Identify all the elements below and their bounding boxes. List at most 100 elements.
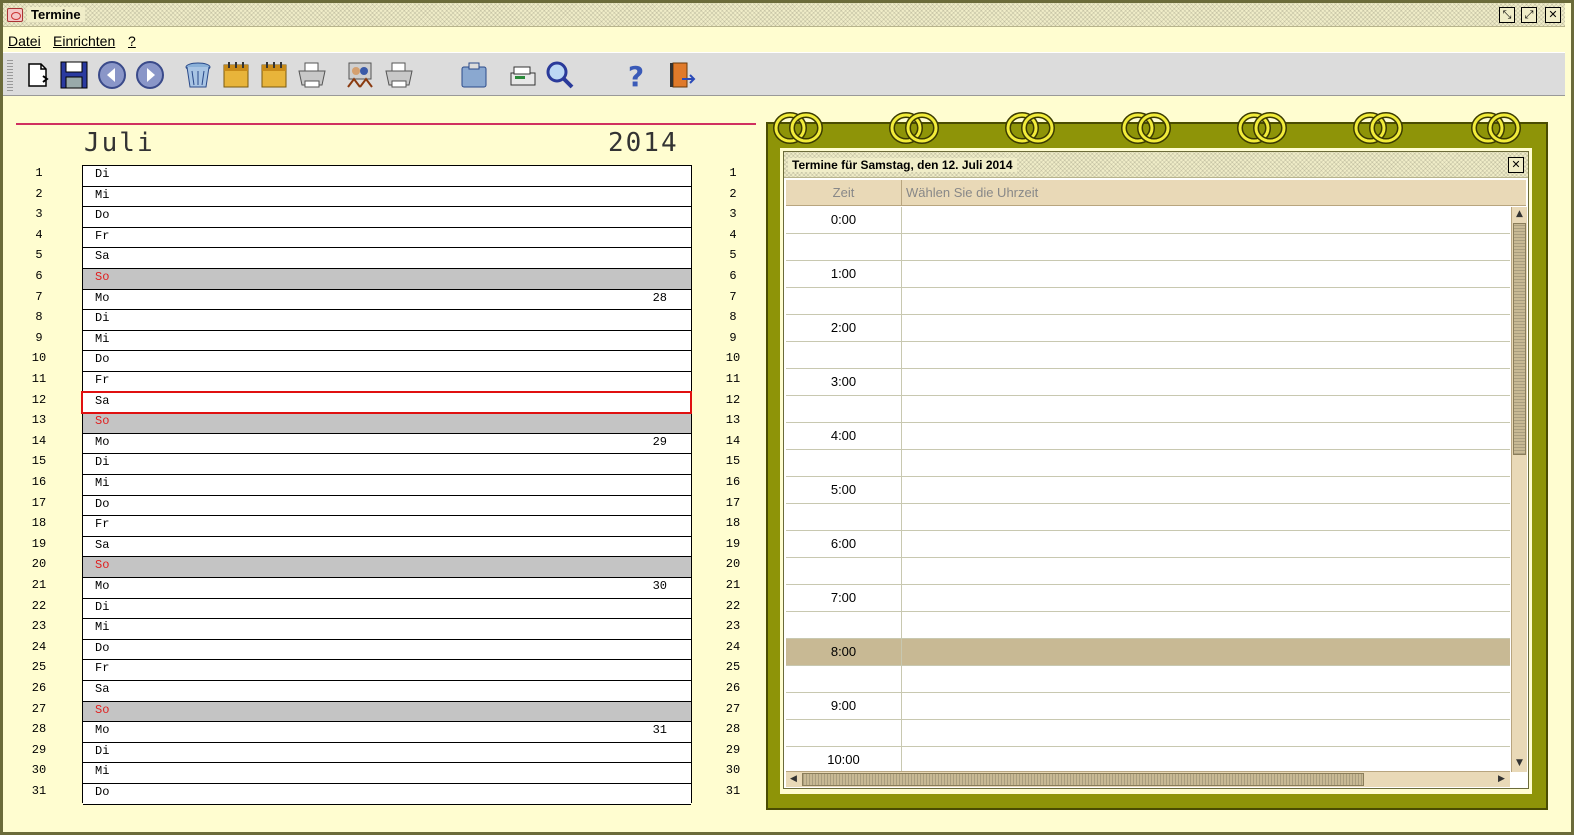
day-row[interactable]: Do (83, 495, 691, 517)
day-row[interactable]: Sa (83, 536, 691, 558)
day-name: Mi (95, 331, 110, 346)
time-slot-row[interactable]: 7:00 (786, 585, 1510, 612)
day-name: Do (95, 352, 110, 367)
day-row[interactable]: Di (83, 310, 691, 331)
time-slot-row[interactable] (786, 234, 1510, 261)
day-row[interactable]: Do (83, 207, 691, 228)
day-number-left: 9 (35, 330, 43, 345)
fax-icon[interactable] (506, 59, 538, 91)
time-slot-row[interactable] (786, 666, 1510, 693)
day-row[interactable]: Do (83, 639, 691, 661)
time-slot-row[interactable]: 8:00 (786, 639, 1510, 666)
day-row[interactable]: Di (83, 598, 691, 620)
vertical-scroll-thumb[interactable] (1513, 223, 1526, 455)
day-row[interactable]: Mi (83, 619, 691, 640)
window-titlebar[interactable]: Termine ⤡ ⤢ ✕ (3, 3, 1565, 27)
scroll-right-icon[interactable]: ▶ (1494, 772, 1509, 787)
scroll-left-icon[interactable]: ◀ (786, 772, 801, 787)
day-row[interactable]: Sa (83, 248, 691, 269)
menu-datei[interactable]: Datei (8, 33, 41, 49)
day-row[interactable]: Mi (83, 763, 691, 784)
day-row[interactable]: Do (83, 351, 691, 372)
day-number-left: 31 (31, 784, 47, 798)
time-slot-row[interactable]: 0:00 (786, 207, 1510, 234)
day-row[interactable]: So (83, 701, 691, 723)
time-slot-row[interactable]: 3:00 (786, 369, 1510, 396)
exit-icon[interactable] (666, 59, 698, 91)
day-row[interactable]: Di (83, 742, 691, 764)
close-icon[interactable]: ✕ (1508, 157, 1524, 173)
scroll-up-icon[interactable]: ▲ (1512, 207, 1527, 222)
save-icon[interactable] (58, 59, 90, 91)
day-row[interactable]: So (83, 557, 691, 578)
toolbar-grip[interactable] (7, 59, 13, 91)
day-row[interactable]: Fr (83, 372, 691, 393)
day-row[interactable]: Di (83, 166, 691, 187)
maximize-icon[interactable]: ⤢ (1521, 7, 1537, 23)
week-number: 28 (652, 290, 667, 305)
clipboard-icon[interactable] (458, 59, 490, 91)
day-row[interactable]: Mo 31 (83, 722, 691, 743)
day-number-left: 12 (31, 392, 47, 407)
day-row[interactable]: Mo 28 (83, 289, 691, 311)
horizontal-scroll-thumb[interactable] (802, 773, 1364, 786)
help-icon[interactable]: ? (620, 59, 652, 93)
day-name: Di (95, 599, 110, 614)
day-row[interactable]: Do (83, 784, 691, 805)
new-document-icon[interactable] (21, 59, 53, 91)
scroll-down-icon[interactable]: ▼ (1512, 756, 1527, 771)
day-row[interactable]: Fr (83, 227, 691, 249)
time-slot-row[interactable] (786, 288, 1510, 315)
time-slot-row[interactable] (786, 450, 1510, 477)
day-name: Di (95, 455, 110, 470)
time-slot-row[interactable]: 4:00 (786, 423, 1510, 450)
forward-icon[interactable] (134, 59, 166, 91)
day-row[interactable]: So (83, 413, 691, 434)
day-row[interactable]: Fr (83, 516, 691, 537)
time-slot-row[interactable] (786, 342, 1510, 369)
day-row[interactable]: Mi (83, 186, 691, 208)
vertical-scrollbar[interactable]: ▲ ▼ (1511, 207, 1527, 772)
time-slot-row[interactable]: 1:00 (786, 261, 1510, 288)
horizontal-scrollbar[interactable]: ◀ ▶ (786, 771, 1510, 787)
time-slot-label: 8:00 (786, 639, 902, 665)
day-name: Mo (95, 434, 110, 449)
day-row[interactable]: Mi (83, 330, 691, 352)
menu-help[interactable]: ? (128, 33, 136, 49)
day-name: So (95, 414, 110, 429)
time-slot-row[interactable]: 2:00 (786, 315, 1510, 342)
minimize-icon[interactable]: ⤡ (1499, 7, 1515, 23)
day-row[interactable]: Di (83, 454, 691, 475)
day-row[interactable]: Fr (83, 660, 691, 681)
close-icon[interactable]: ✕ (1545, 7, 1561, 23)
day-number-right: 5 (729, 248, 737, 263)
users-icon[interactable] (344, 59, 376, 91)
time-slot-row[interactable] (786, 558, 1510, 585)
time-slot-row[interactable] (786, 720, 1510, 747)
day-number-right: 31 (725, 784, 741, 798)
time-slot-row[interactable]: 5:00 (786, 477, 1510, 504)
time-slot-row[interactable]: 10:00 (786, 747, 1510, 772)
day-number-right: 28 (725, 722, 741, 737)
day-row[interactable]: Mo 29 (83, 433, 691, 455)
calendar-copy-icon[interactable] (258, 59, 290, 91)
search-icon[interactable] (544, 59, 576, 91)
back-icon[interactable] (96, 59, 128, 91)
day-row[interactable]: So (83, 269, 691, 290)
menu-einrichten[interactable]: Einrichten (53, 33, 115, 49)
print-icon[interactable] (296, 59, 328, 91)
calendar-icon[interactable] (220, 59, 252, 91)
day-row[interactable]: Sa (83, 681, 691, 702)
trash-icon[interactable] (182, 59, 214, 91)
day-row[interactable]: Mo 30 (83, 578, 691, 599)
appointments-titlebar[interactable]: Termine für Samstag, den 12. Juli 2014 ✕ (784, 152, 1528, 178)
time-slot-row[interactable] (786, 504, 1510, 531)
time-slot-row[interactable] (786, 612, 1510, 639)
time-slot-row[interactable] (786, 396, 1510, 423)
column-header-description: Wählen Sie die Uhrzeit (906, 185, 1039, 200)
time-slot-row[interactable]: 6:00 (786, 531, 1510, 558)
day-row[interactable]: Mi (83, 475, 691, 496)
print-preview-icon[interactable] (383, 59, 415, 91)
day-row[interactable]: Sa (83, 392, 691, 414)
time-slot-row[interactable]: 9:00 (786, 693, 1510, 720)
